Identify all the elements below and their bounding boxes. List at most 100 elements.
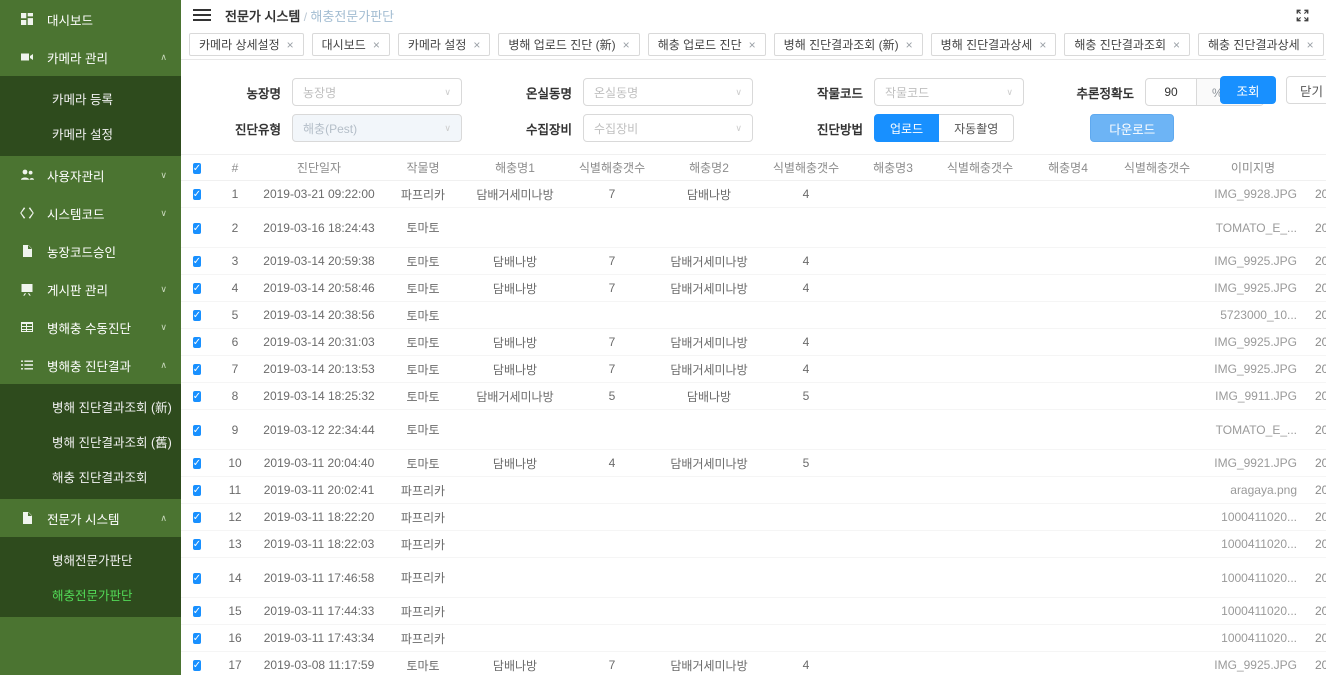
- row-checkbox[interactable]: ✓: [193, 364, 201, 375]
- sidebar-item-disease-result-new[interactable]: 병해 진단결과조회 (新): [0, 389, 181, 424]
- sidebar-item-label: 전문가 시스템: [47, 509, 119, 528]
- tab[interactable]: 병해 진단결과조회 (新) ×: [774, 33, 923, 56]
- fullscreen-icon[interactable]: [1295, 8, 1310, 23]
- cell-crop: 파프리카: [381, 603, 465, 620]
- diag-type-label: 진단유형: [215, 119, 281, 138]
- tab[interactable]: 대시보드 ×: [312, 33, 390, 56]
- tab[interactable]: 병해 진단결과상세 ×: [931, 33, 1057, 56]
- tab-close-icon[interactable]: ×: [1307, 39, 1314, 51]
- download-button[interactable]: 다운로드: [1090, 114, 1174, 142]
- camera-submenu: 카메라 등록 카메라 설정: [0, 76, 181, 156]
- sidebar-item-farm-code-approve[interactable]: 농장코드승인: [0, 232, 181, 270]
- device-select[interactable]: 수집장비 ∨: [583, 114, 753, 142]
- sidebar-item-disease-result-old[interactable]: 병해 진단결과조회 (舊): [0, 424, 181, 459]
- cell-index: 2: [213, 221, 257, 235]
- cell-pest2: 담배거세미나방: [659, 361, 759, 378]
- row-checkbox[interactable]: ✓: [193, 337, 201, 348]
- farm-select[interactable]: 농장명 ∨: [292, 78, 462, 106]
- row-checkbox[interactable]: ✓: [193, 189, 201, 200]
- breadcrumb-separator: /: [304, 10, 307, 24]
- sidebar-item-system-code[interactable]: 시스템코드 ∨: [0, 194, 181, 232]
- select-all-wrap: ✓: [181, 160, 213, 176]
- chevron-down-icon: ∨: [160, 170, 167, 181]
- row-checkbox[interactable]: ✓: [193, 660, 201, 671]
- tab-close-icon[interactable]: ×: [906, 39, 913, 51]
- cell-image-name: IMG_9928.JPG: [1205, 187, 1301, 201]
- tab[interactable]: 해충 진단결과조회 ×: [1064, 33, 1190, 56]
- row-checkbox[interactable]: ✓: [193, 256, 201, 267]
- row-checkbox[interactable]: ✓: [193, 485, 201, 496]
- sidebar-item-disease-expert[interactable]: 병해전문가판단: [0, 542, 181, 577]
- row-checkbox[interactable]: ✓: [193, 310, 201, 321]
- tab[interactable]: 해충 업로드 진단 ×: [648, 33, 766, 56]
- breadcrumb-current: 해충전문가판단: [310, 9, 394, 24]
- cell-pest1: 담배나방: [465, 455, 565, 472]
- row-checkbox[interactable]: ✓: [193, 539, 201, 550]
- sidebar-item-manual-diagnosis[interactable]: 병해충 수동진단 ∨: [0, 308, 181, 346]
- expert-system-submenu: 병해전문가판단 해충전문가판단: [0, 537, 181, 617]
- row-checkbox[interactable]: ✓: [193, 458, 201, 469]
- sidebar-item-camera-manage[interactable]: 카메라 관리 ∧: [0, 38, 181, 76]
- sidebar-item-label: 게시판 관리: [47, 280, 108, 299]
- cell-diagnosis-date: 2019-03-11 20:02:41: [257, 483, 381, 497]
- tab-close-icon[interactable]: ×: [623, 39, 630, 51]
- breadcrumb: 전문가 시스템 / 해충전문가판단: [225, 6, 394, 25]
- chevron-up-icon: ∧: [160, 513, 167, 524]
- sidebar-item-pest-expert[interactable]: 해충전문가판단: [0, 577, 181, 612]
- close-button[interactable]: 닫기: [1286, 76, 1326, 104]
- select-all-checkbox[interactable]: ✓: [193, 163, 201, 174]
- tab-close-icon[interactable]: ×: [373, 39, 380, 51]
- cell-crop: 토마토: [381, 455, 465, 472]
- cell-image-name: 1000411020...: [1205, 510, 1301, 524]
- filter-row-1: 농장명 농장명 ∨ 온실동명 온실동명 ∨ 작물코드 작물코드 ∨ 추: [181, 74, 1326, 110]
- tab[interactable]: 병해 업로드 진단 (新) ×: [498, 33, 639, 56]
- row-checkbox[interactable]: ✓: [193, 425, 201, 436]
- dashboard-icon: [19, 12, 34, 27]
- row-checkbox[interactable]: ✓: [193, 512, 201, 523]
- cell-pest2: 담배거세미나방: [659, 334, 759, 351]
- search-button[interactable]: 조회: [1220, 76, 1276, 104]
- tab[interactable]: 카메라 설정 ×: [398, 33, 491, 56]
- cell-count2: 4: [759, 254, 853, 268]
- accuracy-input[interactable]: [1145, 78, 1197, 106]
- row-checkbox[interactable]: ✓: [193, 283, 201, 294]
- tab[interactable]: 해충 진단결과상세 ×: [1198, 33, 1324, 56]
- row-checkbox[interactable]: ✓: [193, 573, 201, 584]
- cell-index: 11: [213, 483, 257, 497]
- tab-close-icon[interactable]: ×: [287, 39, 294, 51]
- method-upload-button[interactable]: 업로드: [874, 114, 939, 142]
- sidebar-item-pest-result[interactable]: 해충 진단결과조회: [0, 459, 181, 494]
- cell-image-name: IMG_9925.JPG: [1205, 362, 1301, 376]
- cell-crop: 파프리카: [381, 536, 465, 553]
- menu-toggle-icon[interactable]: [193, 9, 211, 21]
- row-checkbox[interactable]: ✓: [193, 391, 201, 402]
- greenhouse-select[interactable]: 온실동명 ∨: [583, 78, 753, 106]
- cell-index: 15: [213, 604, 257, 618]
- tab-close-icon[interactable]: ×: [1039, 39, 1046, 51]
- tab-close-icon[interactable]: ×: [749, 39, 756, 51]
- sidebar-item-diagnosis-results[interactable]: 병해충 진단결과 ∧: [0, 346, 181, 384]
- tab-close-icon[interactable]: ×: [473, 39, 480, 51]
- cell-extra: 2019: [1301, 483, 1326, 497]
- sidebar-item-dashboard[interactable]: 대시보드: [0, 0, 181, 38]
- diag-type-select[interactable]: 해충(Pest) ∨: [292, 114, 462, 142]
- sidebar-item-camera-settings[interactable]: 카메라 설정: [0, 116, 181, 151]
- crop-code-select[interactable]: 작물코드 ∨: [874, 78, 1024, 106]
- row-checkbox[interactable]: ✓: [193, 606, 201, 617]
- sidebar-item-camera-register[interactable]: 카메라 등록: [0, 81, 181, 116]
- sidebar-item-board-manage[interactable]: 게시판 관리 ∨: [0, 270, 181, 308]
- col-header-index: #: [213, 161, 257, 175]
- sidebar-item-expert-system[interactable]: 전문가 시스템 ∧: [0, 499, 181, 537]
- cell-crop: 토마토: [381, 280, 465, 297]
- cell-crop: 파프리카: [381, 630, 465, 647]
- method-auto-button[interactable]: 자동촬영: [939, 114, 1014, 142]
- row-checkbox[interactable]: ✓: [193, 223, 201, 234]
- sidebar-item-user-manage[interactable]: 사용자관리 ∨: [0, 156, 181, 194]
- table-row: ✓ 2 2019-03-16 18:24:43 토마토 TOMATO_E_...…: [181, 208, 1326, 248]
- cell-pest1: 담배거세미나방: [465, 186, 565, 203]
- tab[interactable]: 카메라 상세설정 ×: [189, 33, 304, 56]
- row-checkbox[interactable]: ✓: [193, 633, 201, 644]
- crop-code-label: 작물코드: [797, 83, 863, 102]
- cell-diagnosis-date: 2019-03-14 20:38:56: [257, 308, 381, 322]
- tab-close-icon[interactable]: ×: [1173, 39, 1180, 51]
